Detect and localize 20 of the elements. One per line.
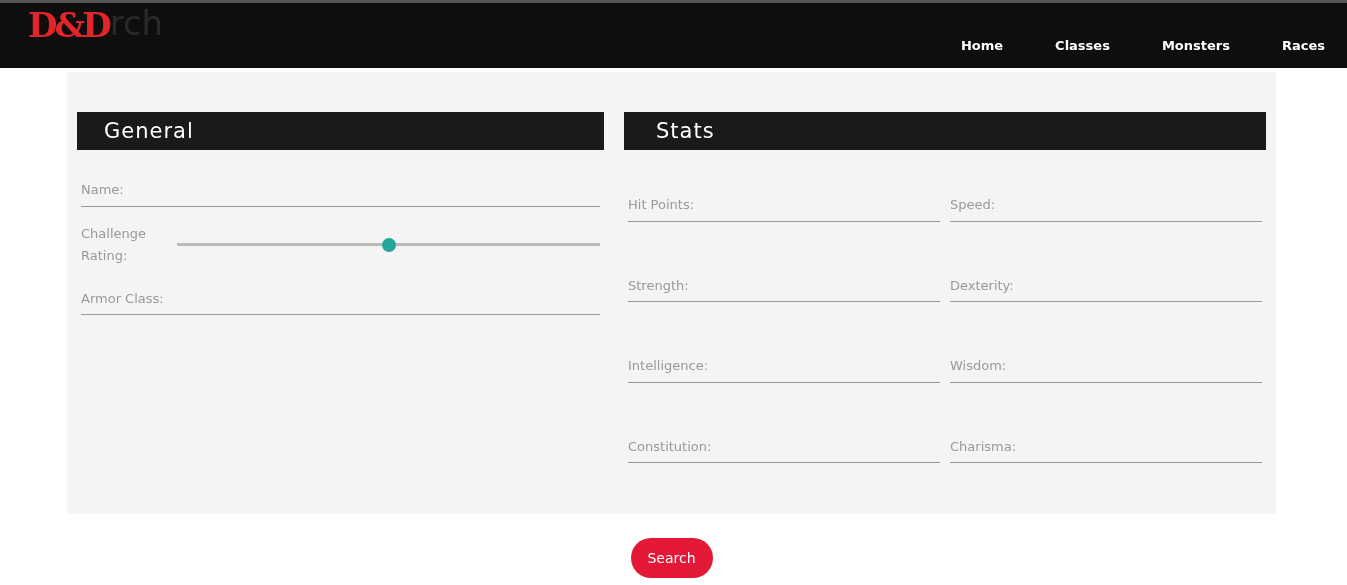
- stat-field[interactable]: Intelligence:: [628, 350, 940, 383]
- section-header: General: [77, 112, 604, 150]
- nav-link[interactable]: Home: [960, 35, 1004, 55]
- stat-field[interactable]: Dexterity:: [950, 269, 1262, 302]
- nav-link[interactable]: Classes: [1055, 35, 1110, 55]
- name-field[interactable]: Name:: [81, 174, 600, 207]
- stat-field[interactable]: Charisma:: [950, 430, 1262, 463]
- stat-field[interactable]: Speed:: [950, 189, 1262, 222]
- logo[interactable]: D&D: [28, 3, 109, 47]
- section-header: Stats: [624, 112, 1266, 150]
- slider-label: Challenge Rating:: [81, 224, 147, 265]
- stat-field[interactable]: Constitution:: [628, 430, 940, 463]
- nav-link[interactable]: Races: [1281, 35, 1325, 55]
- nav-link[interactable]: Monsters: [1161, 35, 1230, 55]
- stat-field[interactable]: Wisdom:: [950, 350, 1262, 383]
- stat-field[interactable]: Hit Points:: [628, 189, 940, 222]
- armor-class-field[interactable]: Armor Class:: [81, 282, 600, 315]
- stat-field[interactable]: Strength:: [628, 269, 940, 302]
- slider-thumb[interactable]: [381, 237, 396, 252]
- search-button[interactable]: Search: [630, 538, 713, 578]
